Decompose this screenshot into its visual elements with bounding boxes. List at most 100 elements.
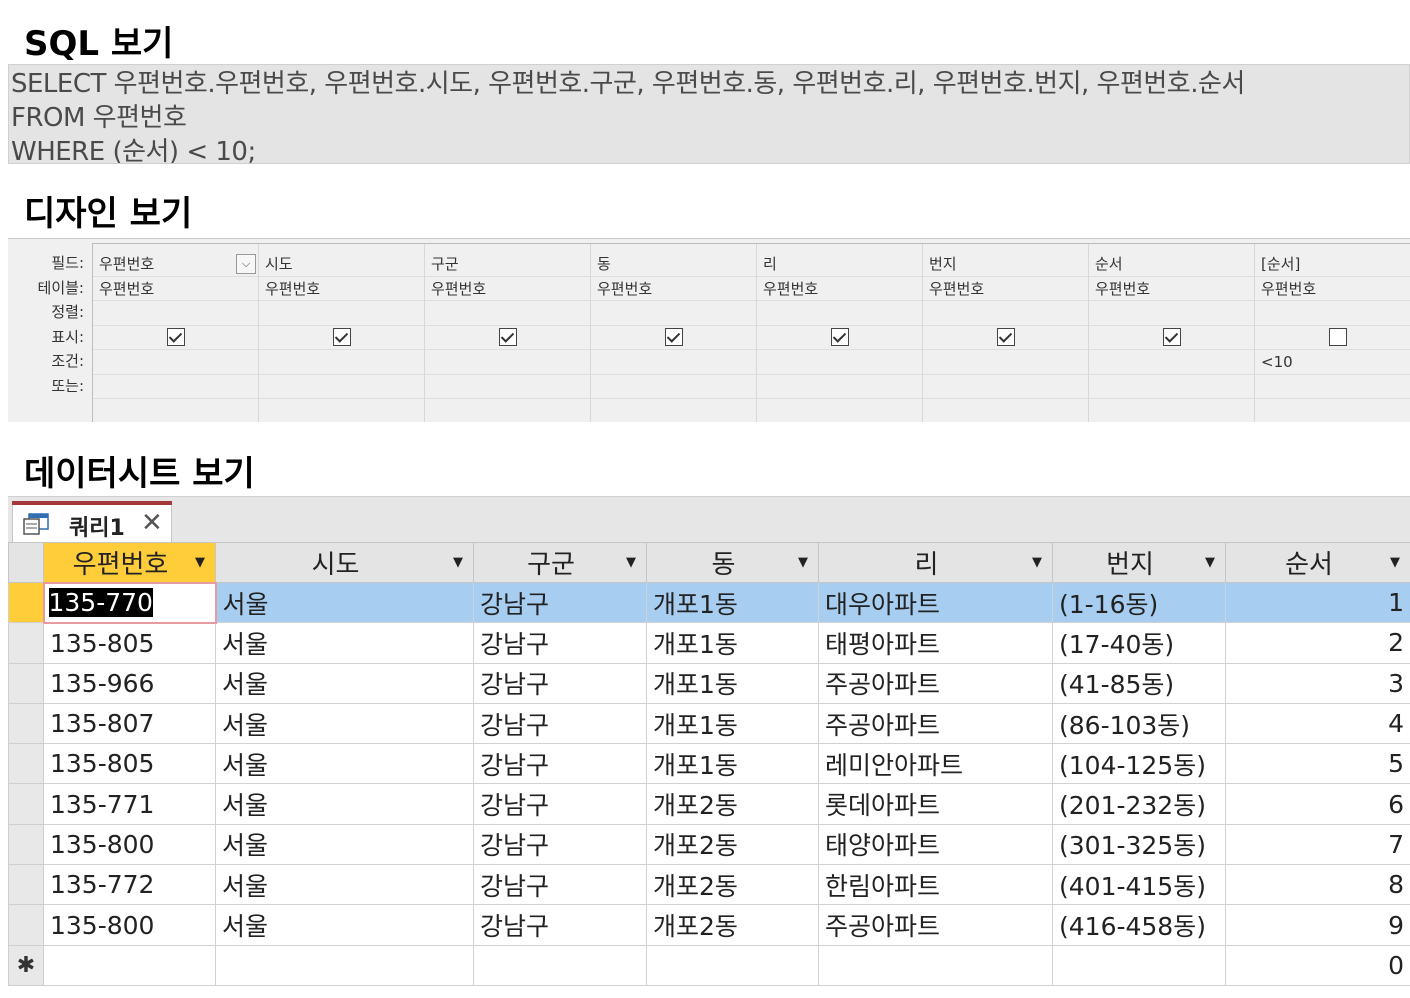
checkbox-icon[interactable] bbox=[1328, 328, 1347, 347]
table-cell[interactable]: 서울 bbox=[215, 864, 474, 906]
new-record-cell[interactable]: 0 bbox=[1225, 944, 1410, 986]
sql-editor[interactable]: SELECT 우편번호.우편번호, 우편번호.시도, 우편번호.구군, 우편번호… bbox=[8, 64, 1410, 164]
design-table-cell[interactable]: 우편번호 bbox=[591, 277, 756, 301]
design-sort-cell[interactable] bbox=[591, 301, 756, 326]
new-record-cell[interactable] bbox=[646, 944, 819, 986]
show-cell[interactable] bbox=[1255, 326, 1410, 350]
design-criteria-cell[interactable] bbox=[757, 350, 922, 375]
new-record-icon[interactable]: ✱ bbox=[8, 944, 44, 986]
table-cell[interactable]: 개포2동 bbox=[646, 823, 819, 866]
table-cell[interactable]: 135-805 bbox=[43, 622, 216, 664]
table-cell[interactable]: 강남구 bbox=[473, 743, 647, 785]
design-field-cell[interactable]: 번지 bbox=[923, 252, 1088, 277]
design-sort-cell[interactable] bbox=[425, 301, 590, 326]
table-cell[interactable]: 135-770 bbox=[42, 581, 217, 624]
table-cell[interactable]: (104-125동) bbox=[1052, 743, 1226, 785]
table-cell[interactable]: 개포2동 bbox=[646, 864, 819, 906]
table-cell[interactable]: 주공아파트 bbox=[818, 702, 1053, 745]
table-cell[interactable]: 개포1동 bbox=[646, 743, 819, 785]
table-cell[interactable]: 강남구 bbox=[473, 864, 647, 906]
design-criteria-cell[interactable] bbox=[259, 350, 424, 375]
table-cell[interactable]: 개포2동 bbox=[646, 783, 819, 825]
chevron-down-icon[interactable]: ⌵ bbox=[236, 254, 256, 274]
table-cell[interactable]: 9 bbox=[1225, 904, 1410, 946]
table-cell[interactable]: 개포1동 bbox=[646, 622, 819, 664]
checked-checkbox-icon[interactable] bbox=[498, 328, 517, 347]
column-header[interactable]: 리 ▼ bbox=[818, 542, 1053, 583]
table-cell[interactable]: 한림아파트 bbox=[818, 864, 1053, 906]
checked-checkbox-icon[interactable] bbox=[332, 328, 351, 347]
design-criteria-cell[interactable] bbox=[93, 350, 258, 375]
table-cell[interactable]: 서울 bbox=[215, 743, 474, 785]
show-cell[interactable] bbox=[757, 326, 922, 350]
table-cell[interactable]: (301-325동) bbox=[1052, 823, 1226, 866]
design-field-cell[interactable]: 시도 bbox=[259, 252, 424, 277]
column-header[interactable]: 동 ▼ bbox=[646, 542, 819, 583]
design-field-cell[interactable]: 구군 bbox=[425, 252, 590, 277]
table-row[interactable]: 135-805 서울 강남구 개포1동 레미안아파트 (104-125동) 5 bbox=[8, 743, 1410, 785]
design-criteria-cell[interactable] bbox=[923, 350, 1088, 375]
table-cell[interactable]: 135-771 bbox=[43, 783, 216, 825]
row-selector[interactable] bbox=[8, 864, 44, 906]
table-row[interactable]: 135-772 서울 강남구 개포2동 한림아파트 (401-415동) 8 bbox=[8, 864, 1410, 906]
table-cell[interactable]: 강남구 bbox=[473, 622, 647, 664]
query-tab[interactable]: 쿼리1 ✕ bbox=[12, 501, 172, 543]
table-cell[interactable]: 강남구 bbox=[473, 823, 647, 866]
show-cell[interactable] bbox=[259, 326, 424, 350]
new-record-cell[interactable] bbox=[473, 944, 647, 986]
checked-checkbox-icon[interactable] bbox=[664, 328, 683, 347]
column-header[interactable]: 구군 ▼ bbox=[473, 542, 647, 583]
filter-dropdown-icon[interactable]: ▼ bbox=[1205, 555, 1215, 570]
design-table-cell[interactable]: 우편번호 bbox=[923, 277, 1088, 301]
row-selector[interactable] bbox=[8, 662, 44, 704]
table-cell[interactable]: 135-805 bbox=[43, 743, 216, 785]
design-field-cell[interactable]: 리 bbox=[757, 252, 922, 277]
checked-checkbox-icon[interactable] bbox=[166, 328, 185, 347]
table-cell[interactable]: 5 bbox=[1225, 743, 1410, 785]
row-selector[interactable] bbox=[8, 581, 44, 624]
column-header[interactable]: 우편번호 ▼ bbox=[43, 542, 216, 583]
filter-dropdown-icon[interactable]: ▼ bbox=[798, 555, 808, 570]
table-cell[interactable]: 개포2동 bbox=[646, 904, 819, 946]
checked-checkbox-icon[interactable] bbox=[830, 328, 849, 347]
table-cell[interactable]: 개포1동 bbox=[646, 581, 819, 624]
design-or-cell[interactable] bbox=[425, 375, 590, 399]
filter-dropdown-icon[interactable]: ▼ bbox=[626, 555, 636, 570]
table-cell[interactable]: 강남구 bbox=[473, 904, 647, 946]
checked-checkbox-icon[interactable] bbox=[996, 328, 1015, 347]
design-field-cell[interactable]: 동 bbox=[591, 252, 756, 277]
design-or-cell[interactable] bbox=[259, 375, 424, 399]
row-selector[interactable] bbox=[8, 702, 44, 745]
table-cell[interactable]: 135-800 bbox=[43, 904, 216, 946]
table-row[interactable]: 135-807 서울 강남구 개포1동 주공아파트 (86-103동) 4 bbox=[8, 702, 1410, 745]
table-cell[interactable]: 강남구 bbox=[473, 702, 647, 745]
new-record-row[interactable]: ✱ 0 bbox=[8, 944, 1410, 986]
design-or-cell[interactable] bbox=[591, 375, 756, 399]
table-cell[interactable]: 서울 bbox=[215, 622, 474, 664]
table-cell[interactable]: (1-16동) bbox=[1052, 581, 1226, 624]
design-criteria-cell[interactable]: <10 bbox=[1255, 350, 1410, 375]
design-or-cell[interactable] bbox=[1089, 375, 1254, 399]
table-cell[interactable]: 개포1동 bbox=[646, 702, 819, 745]
table-cell[interactable]: 서울 bbox=[215, 662, 474, 704]
table-cell[interactable]: (41-85동) bbox=[1052, 662, 1226, 704]
design-table-cell[interactable]: 우편번호 bbox=[259, 277, 424, 301]
close-icon[interactable]: ✕ bbox=[141, 508, 163, 538]
column-header[interactable]: 순서 ▼ bbox=[1225, 542, 1410, 583]
design-table-cell[interactable]: 우편번호 bbox=[1255, 277, 1410, 301]
table-cell[interactable]: 7 bbox=[1225, 823, 1410, 866]
select-all-corner[interactable] bbox=[8, 542, 44, 583]
show-cell[interactable] bbox=[591, 326, 756, 350]
design-sort-cell[interactable] bbox=[259, 301, 424, 326]
table-cell[interactable]: 주공아파트 bbox=[818, 904, 1053, 946]
table-cell[interactable]: 서울 bbox=[215, 702, 474, 745]
table-row[interactable]: 135-800 서울 강남구 개포2동 태양아파트 (301-325동) 7 bbox=[8, 823, 1410, 866]
design-criteria-cell[interactable] bbox=[1089, 350, 1254, 375]
table-cell[interactable]: 135-966 bbox=[43, 662, 216, 704]
table-cell[interactable]: 6 bbox=[1225, 783, 1410, 825]
filter-dropdown-icon[interactable]: ▼ bbox=[453, 555, 463, 570]
table-row[interactable]: 135-771 서울 강남구 개포2동 롯데아파트 (201-232동) 6 bbox=[8, 783, 1410, 825]
table-cell[interactable]: 1 bbox=[1225, 581, 1410, 624]
table-cell[interactable]: 주공아파트 bbox=[818, 662, 1053, 704]
table-cell[interactable]: (416-458동) bbox=[1052, 904, 1226, 946]
